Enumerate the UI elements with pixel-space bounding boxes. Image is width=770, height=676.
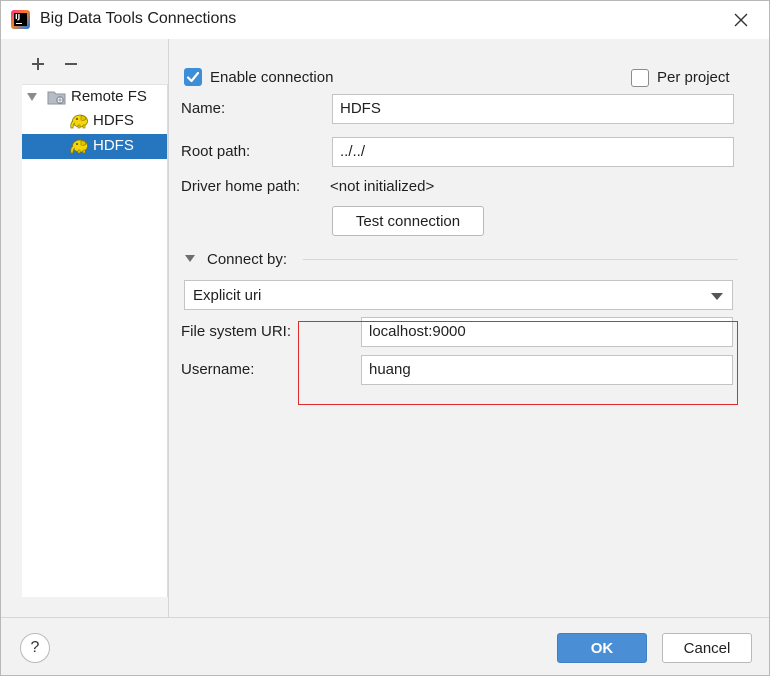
help-button[interactable]: ? [20, 633, 50, 663]
test-connection-button[interactable]: Test connection [332, 206, 484, 236]
connect-by-selected: Explicit uri [193, 287, 262, 304]
collapse-arrow-icon[interactable] [185, 255, 195, 262]
expand-arrow-icon[interactable] [27, 93, 37, 101]
tree-item-hdfs[interactable]: HDFS [22, 109, 167, 134]
per-project-label[interactable]: Per project [657, 69, 730, 86]
root-path-label: Root path: [181, 143, 251, 160]
intellij-idea-icon: IJ [11, 10, 30, 29]
per-project-checkbox[interactable] [631, 69, 649, 87]
username-field[interactable]: huang [361, 355, 733, 385]
connect-by-dropdown[interactable]: Explicit uri [184, 280, 733, 310]
file-system-uri-field[interactable]: localhost:9000 [361, 317, 733, 347]
plus-icon [32, 58, 44, 70]
name-label: Name: [181, 100, 226, 117]
dialog-window: IJ Big Data Tools Connections Remote FS [0, 0, 770, 676]
checkmark-icon [186, 71, 200, 83]
username-label: Username: [181, 361, 255, 378]
hadoop-elephant-icon [70, 139, 88, 154]
footer-separator [1, 617, 769, 618]
section-separator [303, 259, 738, 260]
tree-group-remote-fs[interactable]: Remote FS [22, 85, 167, 110]
add-connection-button[interactable] [28, 54, 48, 74]
close-icon [734, 13, 748, 27]
ok-button[interactable]: OK [557, 633, 647, 663]
driver-home-path-label: Driver home path: [181, 178, 301, 195]
enable-connection-label[interactable]: Enable connection [210, 69, 333, 86]
window-title: Big Data Tools Connections [40, 10, 237, 27]
close-button[interactable] [727, 7, 755, 33]
minus-icon [65, 63, 77, 65]
chevron-down-icon [711, 293, 723, 300]
tree-item-label: HDFS [93, 112, 134, 129]
name-field[interactable]: HDFS [332, 94, 734, 124]
connections-tree: Remote FS HDFS HDFS [22, 84, 168, 597]
root-path-field[interactable]: ../../ [332, 137, 734, 167]
tree-group-label: Remote FS [71, 88, 147, 105]
hadoop-elephant-icon [70, 114, 88, 129]
tree-item-label: HDFS [93, 137, 134, 154]
enable-connection-checkbox[interactable] [184, 68, 202, 86]
remove-connection-button[interactable] [61, 54, 81, 74]
connect-by-label[interactable]: Connect by: [207, 251, 287, 268]
panel-divider [168, 39, 169, 617]
driver-home-path-value: <not initialized> [330, 178, 435, 195]
remote-folder-icon [47, 91, 66, 105]
file-system-uri-label: File system URI: [181, 323, 292, 340]
cancel-button[interactable]: Cancel [662, 633, 752, 663]
title-bar: IJ Big Data Tools Connections [1, 1, 769, 39]
tree-item-hdfs-selected[interactable]: HDFS [22, 134, 167, 159]
